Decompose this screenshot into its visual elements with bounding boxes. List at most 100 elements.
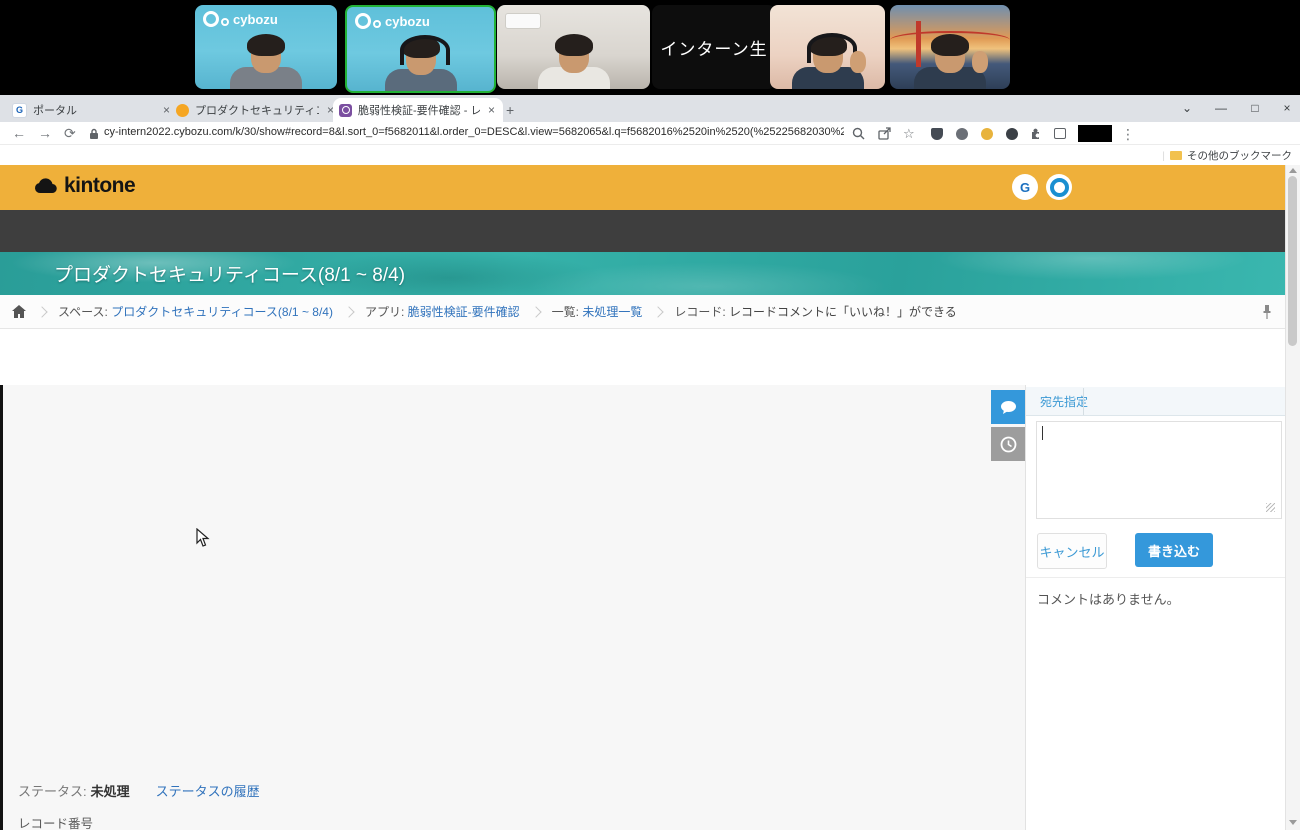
kintone-logo[interactable]: kintone [34, 174, 136, 198]
reload-icon[interactable]: ⟳ [64, 124, 76, 142]
change-history-tab[interactable] [991, 427, 1025, 461]
back-icon[interactable]: ← [12, 124, 26, 142]
cybozu-logo: cybozu [203, 11, 278, 27]
space-banner: プロダクトセキュリティコース(8/1 ~ 8/4) [0, 252, 1285, 295]
side-panel-icon[interactable] [1054, 128, 1066, 139]
kintone-header: kintone G [0, 165, 1285, 372]
video-tile-name-only[interactable]: インターン生 [652, 5, 776, 89]
breadcrumb-view-link[interactable]: 未処理一覧 [582, 303, 642, 320]
video-tile-active-speaker[interactable]: cybozu [345, 5, 496, 93]
crumb-prefix: スペース: [58, 305, 108, 319]
browser-address-bar: ← → ⟳ cy-intern2022.cybozu.com/k/30/show… [0, 122, 1300, 145]
screen: cybozu cybozu インターン生 G ポータル × プロダクトセキュリテ… [0, 0, 1300, 830]
air-conditioner [505, 13, 541, 29]
close-icon[interactable]: × [486, 103, 497, 117]
garoon-app-icon[interactable]: G [1012, 174, 1038, 200]
tab-search-icon[interactable]: ⌄ [1172, 95, 1202, 121]
chevron-right-icon [36, 305, 48, 318]
plus-icon: + [506, 102, 515, 118]
mouse-cursor [196, 528, 210, 547]
submit-comment-button[interactable]: 書き込む [1135, 533, 1213, 567]
tab-title: 脆弱性検証-要件確認 - レコードコ [358, 105, 480, 117]
new-tab-button[interactable]: + [500, 98, 536, 122]
minimize-button[interactable]: — [1206, 95, 1236, 121]
bookmarks-bar: | その他のブックマーク [0, 145, 1300, 309]
bookmark-star-icon[interactable]: ☆ [903, 125, 915, 143]
no-comments-message: コメントはありません。 [1037, 592, 1180, 607]
breadcrumb: スペース: プロダクトセキュリティコース(8/1 ~ 8/4) アプリ: 脆弱性… [0, 295, 1285, 329]
scrollbar-thumb[interactable] [1288, 176, 1297, 346]
pin-icon[interactable] [1262, 304, 1272, 320]
cybozu-app-icon[interactable] [1046, 174, 1072, 200]
record-toolbar: ○:検証が必要 X:検証は不要 現在の作業者を変更 試験仕様書を作成する 共有す… [0, 329, 1285, 704]
cancel-button[interactable]: キャンセル [1037, 533, 1107, 569]
speech-bubble-icon [1000, 400, 1016, 414]
status-row: ステータス: 未処理 ステータスの履歴 [18, 781, 260, 800]
crumb-prefix: アプリ: [364, 305, 405, 319]
tab-favicon [176, 103, 189, 117]
record-form: ステータス:未処理ステータスの履歴 レコード番号 8 製品 kintone 環境… [0, 385, 1025, 830]
scroll-up-arrow[interactable] [1289, 168, 1297, 173]
recipient-select-link[interactable]: 宛先指定 [1040, 393, 1088, 410]
video-tile[interactable]: cybozu [195, 5, 337, 89]
chevron-right-icon [343, 305, 355, 318]
history-clock-icon [1000, 436, 1016, 452]
text-caret [1042, 426, 1043, 440]
tab-record-active[interactable]: 脆弱性検証-要件確認 - レコードコ × [333, 98, 503, 122]
status-history-link[interactable]: ステータスの履歴 [156, 784, 260, 799]
divider [1083, 388, 1084, 415]
video-tile[interactable] [497, 5, 650, 89]
tab-title: ポータル [33, 105, 77, 117]
browser-menu-icon[interactable]: ⋮ [1121, 125, 1135, 143]
crumb-prefix: 一覧: [551, 305, 579, 319]
tab-favicon [339, 103, 352, 117]
space-title[interactable]: プロダクトセキュリティコース(8/1 ~ 8/4) [54, 252, 405, 295]
extension-icon[interactable] [981, 128, 993, 140]
extension-icon[interactable] [1006, 128, 1018, 140]
participant-avatar [534, 34, 614, 89]
tab-space[interactable]: プロダクトセキュリティコース(8/1 ~ 8/4 × [170, 98, 342, 122]
video-tile[interactable] [770, 5, 885, 89]
crumb-prefix: レコード: [674, 305, 726, 319]
resize-handle[interactable] [1266, 503, 1275, 512]
home-icon[interactable] [12, 305, 26, 318]
participant-avatar [910, 34, 990, 89]
share-page-icon[interactable] [878, 127, 891, 140]
participant-name: インターン生 [660, 39, 768, 59]
breadcrumb-space-link[interactable]: プロダクトセキュリティコース(8/1 ~ 8/4) [111, 303, 333, 320]
field-label: レコード番号 [18, 817, 94, 830]
zoom-icon[interactable] [852, 127, 865, 140]
browser-tab-bar: G ポータル × プロダクトセキュリティコース(8/1 ~ 8/4 × 脆弱性検… [0, 95, 1300, 122]
tab-favicon: G [12, 102, 27, 118]
extension-icon[interactable] [956, 128, 968, 140]
other-bookmarks[interactable]: | その他のブックマーク [1162, 148, 1292, 163]
video-strip: cybozu cybozu インターン生 [0, 0, 1300, 95]
scroll-down-arrow[interactable] [1289, 820, 1297, 825]
chevron-right-icon [652, 305, 665, 318]
participant-avatar [788, 33, 868, 89]
kintone-cloud-icon [34, 178, 57, 194]
lock-icon [90, 128, 98, 139]
maximize-button[interactable]: □ [1240, 95, 1270, 121]
video-tile[interactable] [890, 5, 1010, 89]
breadcrumb-app-link[interactable]: 脆弱性検証-要件確認 [408, 303, 520, 320]
window-close-button[interactable]: × [1272, 95, 1300, 121]
participant-avatar [381, 35, 461, 91]
chevron-right-icon [529, 305, 542, 318]
status-label: ステータス: [18, 784, 87, 799]
tab-portal[interactable]: G ポータル × [6, 98, 178, 122]
tab-title: プロダクトセキュリティコース(8/1 ~ 8/4 [195, 105, 319, 117]
extension-shield-icon[interactable] [931, 128, 943, 140]
breadcrumb-record-label: レコードコメントに「いいね！」ができる [729, 305, 957, 319]
global-nav: 43 ★ ? </> [0, 210, 1285, 462]
status-value: 未処理 [90, 784, 130, 799]
extensions-puzzle-icon[interactable] [1030, 127, 1043, 140]
participant-avatar [226, 34, 306, 89]
url-text[interactable]: cy-intern2022.cybozu.com/k/30/show#recor… [104, 126, 844, 138]
comment-input[interactable] [1036, 421, 1282, 519]
divider [1026, 577, 1285, 578]
comments-tab[interactable] [991, 390, 1025, 424]
profile-redacted[interactable] [1078, 125, 1112, 142]
cybozu-logo: cybozu [355, 13, 430, 29]
forward-icon[interactable]: → [38, 124, 52, 142]
